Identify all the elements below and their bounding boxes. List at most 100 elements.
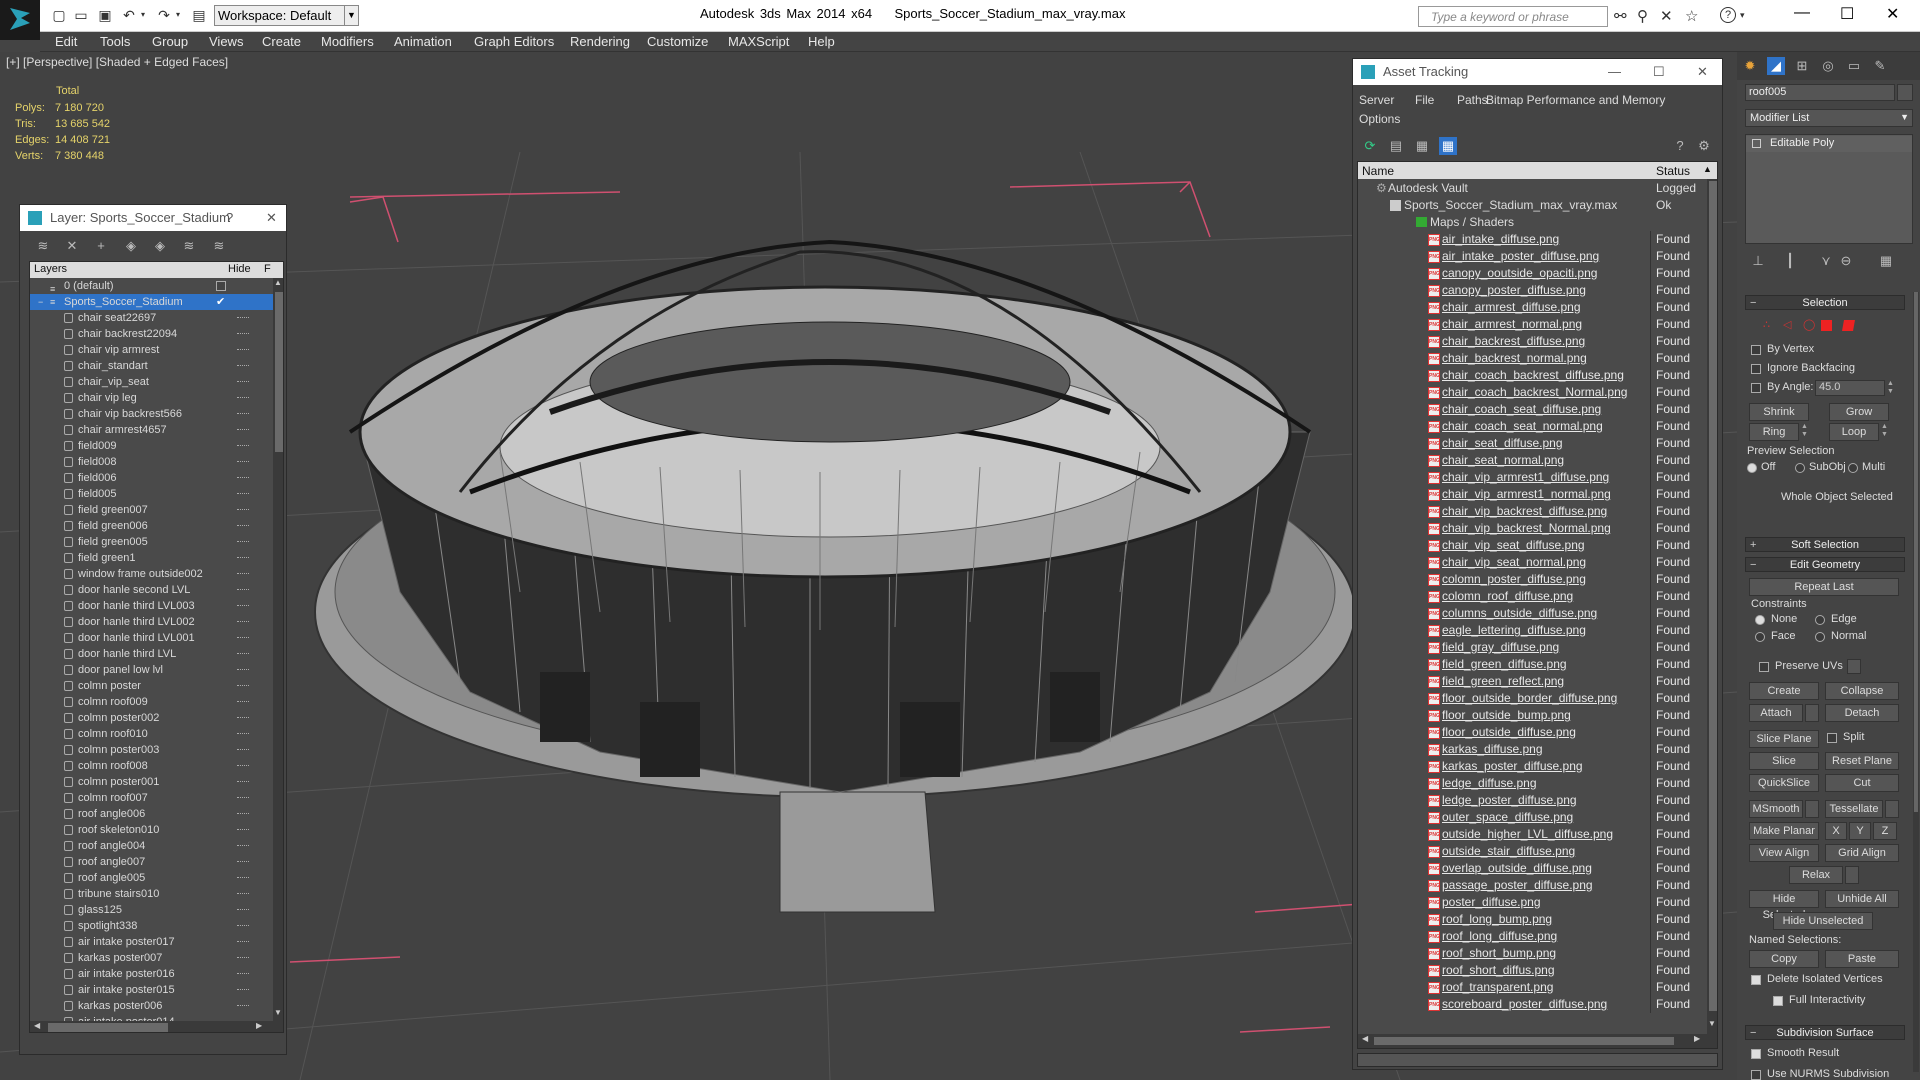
viewport-label[interactable]: [+] [Perspective] [Shaded + Edged Faces] <box>6 55 228 69</box>
layer-object-row[interactable]: field006 <box>30 470 273 486</box>
vertex-icon[interactable]: ∴ <box>1763 318 1770 331</box>
hide-toggle[interactable] <box>237 909 249 911</box>
asset-row[interactable]: PNG eagle_lettering_diffuse.png Found <box>1358 622 1707 639</box>
col-name[interactable]: Name <box>1362 164 1394 178</box>
hide-toggle[interactable] <box>237 317 249 319</box>
copy-button[interactable]: Copy <box>1749 950 1819 968</box>
attach-button[interactable]: Attach <box>1749 704 1803 722</box>
layer-object-row[interactable]: door hanle third LVL001 <box>30 630 273 646</box>
hierarchy-tab-icon[interactable]: ⊞ <box>1793 57 1811 75</box>
hide-toggle[interactable] <box>237 541 249 543</box>
hide-toggle[interactable] <box>237 605 249 607</box>
layer-object-row[interactable]: field005 <box>30 486 273 502</box>
scroll-thumb[interactable] <box>1709 181 1717 1011</box>
make-planar-button[interactable]: Make Planar <box>1749 822 1819 840</box>
asset-row[interactable]: PNG floor_outside_bump.png Found <box>1358 707 1707 724</box>
table-view-icon[interactable]: ▦ <box>1413 137 1431 155</box>
msmooth-settings-button[interactable] <box>1805 800 1819 818</box>
communication-icon[interactable]: ✕ <box>1660 7 1673 25</box>
unhide-all-button[interactable]: Unhide All <box>1825 890 1899 908</box>
edit-geometry-rollout-header[interactable]: − Edit Geometry <box>1745 557 1905 572</box>
tessellate-button[interactable]: Tessellate <box>1825 800 1883 818</box>
hide-selected-button[interactable]: Hide Selected <box>1749 890 1819 921</box>
paste-button[interactable]: Paste <box>1825 950 1899 968</box>
ring-spinner-icon[interactable]: ▲ ▼ <box>1801 423 1808 439</box>
hide-toggle[interactable] <box>237 653 249 655</box>
hide-toggle[interactable] <box>237 493 249 495</box>
hide-toggle[interactable] <box>237 941 249 943</box>
asset-row[interactable]: PNG outside_higher_LVL_diffuse.png Found <box>1358 826 1707 843</box>
hide-toggle[interactable] <box>237 397 249 399</box>
layer-object-row[interactable]: air intake poster015 <box>30 982 273 998</box>
delete-layer-icon[interactable]: ✕ <box>63 237 81 255</box>
asset-row-folder[interactable]: Maps / Shaders <box>1358 214 1708 231</box>
show-end-result-icon[interactable]: ┃ <box>1781 252 1799 270</box>
layer-object-row[interactable]: door hanle third LVL <box>30 646 273 662</box>
hide-toggle[interactable] <box>237 621 249 623</box>
scroll-left-icon[interactable]: ◀ <box>34 1021 40 1030</box>
menu-tools[interactable]: Tools <box>100 34 130 49</box>
layer-object-row[interactable]: roof angle007 <box>30 854 273 870</box>
grid-view-icon[interactable]: ▦ <box>1439 137 1457 155</box>
ignore-backfacing-checkbox[interactable] <box>1751 364 1761 374</box>
hide-toggle[interactable] <box>237 797 249 799</box>
menu-views[interactable]: Views <box>209 34 243 49</box>
use-nurms-checkbox[interactable] <box>1751 1070 1761 1080</box>
maximize-icon[interactable]: ☐ <box>1840 4 1854 24</box>
shrink-button[interactable]: Shrink <box>1749 403 1809 421</box>
layer-object-row[interactable]: chair seat22697 <box>30 310 273 326</box>
col-hide[interactable]: Hide <box>228 263 251 275</box>
asset-row[interactable]: PNG colomn_poster_diffuse.png Found <box>1358 571 1707 588</box>
asset-row[interactable]: PNG passage_poster_diffuse.png Found <box>1358 877 1707 894</box>
layer-object-row[interactable]: chair_vip_seat <box>30 374 273 390</box>
redo-dropdown-icon[interactable]: ▾ <box>169 6 187 24</box>
border-icon[interactable]: ◯ <box>1803 318 1815 331</box>
asset-row[interactable]: PNG colomn_roof_diffuse.png Found <box>1358 588 1707 605</box>
hide-toggle[interactable] <box>237 973 249 975</box>
hide-toggle[interactable] <box>237 701 249 703</box>
asset-row[interactable]: PNG chair_coach_seat_normal.png Found <box>1358 418 1707 435</box>
asset-row[interactable]: PNG ledge_poster_diffuse.png Found <box>1358 792 1707 809</box>
asset-row[interactable]: PNG roof_transparent.png Found <box>1358 979 1707 996</box>
hide-toggle[interactable] <box>237 685 249 687</box>
hide-toggle[interactable] <box>237 637 249 639</box>
layer-object-row[interactable]: roof skeleton010 <box>30 822 273 838</box>
display-tab-icon[interactable]: ▭ <box>1845 57 1863 75</box>
detach-button[interactable]: Detach <box>1825 704 1899 722</box>
close-icon[interactable]: ✕ <box>1886 4 1899 24</box>
layer-object-row[interactable]: colmn poster001 <box>30 774 273 790</box>
asset-row[interactable]: PNG floor_outside_diffuse.png Found <box>1358 724 1707 741</box>
hide-toggle[interactable] <box>237 989 249 991</box>
asset-menu-options[interactable]: Options <box>1359 110 1400 129</box>
app-logo[interactable] <box>0 0 40 40</box>
menu-rendering[interactable]: Rendering <box>570 34 630 49</box>
asset-row[interactable]: PNG chair_vip_seat_diffuse.png Found <box>1358 537 1707 554</box>
layer-object-row[interactable]: colmn roof009 <box>30 694 273 710</box>
layer-object-row[interactable]: door hanle second LVL <box>30 582 273 598</box>
search-input[interactable]: Type a keyword or phrase <box>1418 6 1608 27</box>
layer-object-row[interactable]: field008 <box>30 454 273 470</box>
pin-stack-icon[interactable]: ⊥ <box>1749 252 1767 270</box>
relax-settings-button[interactable] <box>1845 866 1859 884</box>
collapse-icon[interactable]: − <box>38 294 43 310</box>
hide-unselected-button[interactable]: Hide Unselected <box>1773 912 1873 930</box>
highlight-layer-icon[interactable]: ◈ <box>151 237 169 255</box>
constraint-normal-radio[interactable] <box>1815 632 1825 642</box>
by-vertex-checkbox[interactable] <box>1751 345 1761 355</box>
asset-row[interactable]: PNG overlap_outside_diffuse.png Found <box>1358 860 1707 877</box>
create-layer-icon[interactable]: ≋ <box>34 237 52 255</box>
asset-row[interactable]: PNG poster_diffuse.png Found <box>1358 894 1707 911</box>
modifier-list-dropdown[interactable]: Modifier List ▼ <box>1745 109 1913 127</box>
asset-row[interactable]: PNG roof_long_diffuse.png Found <box>1358 928 1707 945</box>
asset-row[interactable]: PNG field_green_diffuse.png Found <box>1358 656 1707 673</box>
binoculars-icon[interactable]: ⚯ <box>1614 7 1627 25</box>
hide-toggle[interactable] <box>237 413 249 415</box>
asset-row[interactable]: PNG chair_vip_backrest_Normal.png Found <box>1358 520 1707 537</box>
save-icon[interactable]: ▣ <box>96 6 114 24</box>
project-folder-icon[interactable]: ▤ <box>190 6 208 24</box>
layer-object-row[interactable]: chair_standart <box>30 358 273 374</box>
asset-row[interactable]: PNG chair_seat_normal.png Found <box>1358 452 1707 469</box>
layer-object-row[interactable]: spotlight338 <box>30 918 273 934</box>
asset-row[interactable]: PNG karkas_diffuse.png Found <box>1358 741 1707 758</box>
hide-toggle[interactable] <box>237 477 249 479</box>
